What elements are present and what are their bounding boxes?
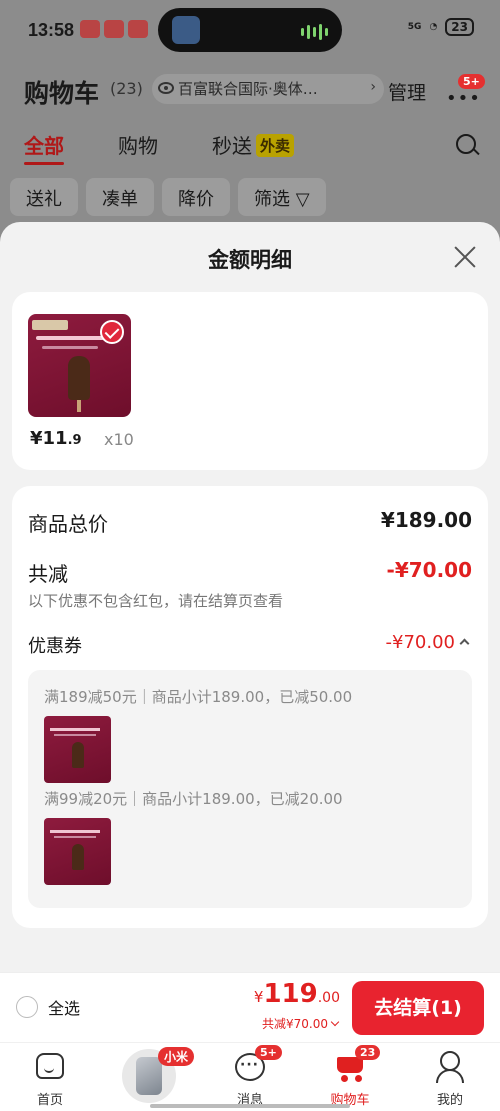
profile-body xyxy=(436,1069,464,1083)
bottom-nav: 首页 小米 5+ 消息 23 购物车 我的 xyxy=(0,1042,500,1111)
saved-text: 共减¥70.00 xyxy=(262,1017,328,1031)
battery-icon: 23 xyxy=(445,18,474,36)
xiaomi-tag: 小米 xyxy=(158,1047,195,1066)
discount-label: 共减 xyxy=(28,562,68,586)
discount-value: -¥70.00 xyxy=(386,558,472,582)
cart-wheel xyxy=(355,1075,362,1082)
wifi-icon: ◔ xyxy=(429,22,438,32)
tab-underline xyxy=(24,162,64,165)
status-indicators: 5G ◔ 23 xyxy=(408,18,474,36)
checkout-button[interactable]: 去结算(1) xyxy=(352,981,484,1035)
unit-price: ¥11.9 xyxy=(30,428,82,449)
status-bar: 13:58 5G ◔ 23 xyxy=(0,0,500,60)
tab-shopping[interactable]: 购物 xyxy=(118,130,158,159)
thumb-text xyxy=(50,830,100,833)
total-main: 119 xyxy=(263,979,318,1009)
status-time: 13:58 xyxy=(28,20,75,40)
cart-wheel xyxy=(341,1075,348,1082)
search-icon[interactable] xyxy=(456,134,476,154)
price-main: ¥11 xyxy=(30,428,68,449)
chip-filter[interactable]: 筛选 ▽ xyxy=(238,178,326,216)
home-indicator[interactable] xyxy=(150,1104,350,1108)
coupon-value: -¥70.00 xyxy=(385,632,455,653)
more-menu-button[interactable]: ••• 5+ xyxy=(444,74,485,108)
more-badge: 5+ xyxy=(458,74,485,89)
chip-label: 筛选 xyxy=(254,189,290,210)
product-image-text xyxy=(36,336,104,340)
manage-button[interactable]: 管理 xyxy=(388,78,426,105)
app-notification-icon xyxy=(80,20,100,38)
thumb-text xyxy=(54,734,96,736)
tab-express[interactable]: 秒送 外卖 xyxy=(212,130,295,159)
tab-label: 购物 xyxy=(118,134,158,158)
audio-wave-icon xyxy=(301,24,328,40)
location-selector[interactable]: 百富联合国际·奥体… › xyxy=(152,74,384,104)
tab-all[interactable]: 全部 xyxy=(24,130,64,165)
total-decimal: .00 xyxy=(317,990,340,1006)
price-decimal: .9 xyxy=(67,433,82,448)
coupon-label: 优惠券 xyxy=(28,636,82,657)
message-badge: 5+ xyxy=(255,1045,282,1060)
cart-count: (23) xyxy=(110,79,143,98)
eye-icon xyxy=(158,82,174,94)
product-card: ¥11.9 x10 xyxy=(12,292,488,470)
profile-head xyxy=(440,1051,460,1071)
select-all-toggle[interactable]: 全选 xyxy=(16,995,80,1019)
network-type: 5G xyxy=(407,22,422,32)
thumb-text xyxy=(54,836,96,838)
page-title: 购物车 xyxy=(24,79,100,108)
ice-cream-bar xyxy=(72,742,84,768)
location-text: 百富联合国际·奥体… xyxy=(178,80,318,98)
product-image-text xyxy=(42,346,98,349)
close-icon[interactable] xyxy=(452,244,478,270)
nav-label: 我的 xyxy=(436,1093,463,1108)
quantity: x10 xyxy=(104,430,134,449)
chevron-down-icon xyxy=(330,1017,340,1027)
thumb-text xyxy=(50,728,100,731)
product-image[interactable] xyxy=(28,314,131,417)
home-icon xyxy=(36,1053,64,1079)
coupon-product-thumbnail xyxy=(44,818,111,885)
ice-cream-bar xyxy=(68,356,90,412)
goods-total-label: 商品总价 xyxy=(28,512,108,536)
dynamic-island[interactable] xyxy=(158,8,342,52)
goods-total-value: ¥189.00 xyxy=(380,508,472,532)
app-notification-icon xyxy=(128,20,148,38)
tab-label: 秒送 xyxy=(212,134,252,158)
chip-gift[interactable]: 送礼 xyxy=(10,178,78,216)
brand-logo xyxy=(32,320,68,330)
chevron-right-icon: › xyxy=(370,79,376,95)
media-thumbnail-icon xyxy=(172,16,200,44)
cart-header: 购物车 (23) 百富联合国际·奥体… › 管理 ••• 5+ xyxy=(24,70,485,110)
profile-icon xyxy=(436,1051,464,1083)
price-detail-card: 商品总价 ¥189.00 共减 -¥70.00 以下优惠不包含红包，请在结算页查… xyxy=(12,486,488,928)
coupon-list: 满189减50元｜商品小计189.00，已减50.00 满99减20元｜商品小计… xyxy=(28,670,472,908)
saved-amount[interactable]: 共减¥70.00 xyxy=(262,1015,340,1032)
radio-unchecked-icon xyxy=(16,996,38,1018)
checkout-bar: 全选 ¥119.00 共减¥70.00 去结算(1) xyxy=(0,972,500,1042)
coupon-item: 满99减20元｜商品小计189.00，已减20.00 xyxy=(44,790,343,808)
filter-icon: ▽ xyxy=(295,189,310,210)
total-price: ¥119.00 xyxy=(254,979,340,1009)
coupon-item: 满189减50元｜商品小计189.00，已减50.00 xyxy=(44,688,353,706)
chip-bundle[interactable]: 凑单 xyxy=(86,178,154,216)
coupon-toggle[interactable]: -¥70.00 xyxy=(385,632,470,653)
nav-label: 首页 xyxy=(36,1093,63,1108)
check-icon xyxy=(100,320,124,344)
ice-cream-bar xyxy=(72,844,84,870)
select-all-label: 全选 xyxy=(48,999,81,1018)
discount-note: 以下优惠不包含红包，请在结算页查看 xyxy=(28,592,284,610)
notification-icons xyxy=(80,20,148,38)
filter-chips: 送礼 凑单 降价 筛选 ▽ xyxy=(10,178,326,216)
cart-badge: 23 xyxy=(355,1045,381,1060)
amount-detail-sheet: 金额明细 ¥11.9 x10 商品总价 ¥189.00 共减 -¥70.00 以… xyxy=(0,222,500,972)
chip-price-drop[interactable]: 降价 xyxy=(162,178,230,216)
more-dots-icon: ••• xyxy=(446,88,481,109)
sheet-title: 金额明细 xyxy=(208,248,292,272)
coupon-product-thumbnail xyxy=(44,716,111,783)
app-notification-icon xyxy=(104,20,124,38)
takeout-tag: 外卖 xyxy=(256,134,295,157)
chevron-up-icon xyxy=(459,638,470,649)
tab-label: 全部 xyxy=(24,134,64,158)
